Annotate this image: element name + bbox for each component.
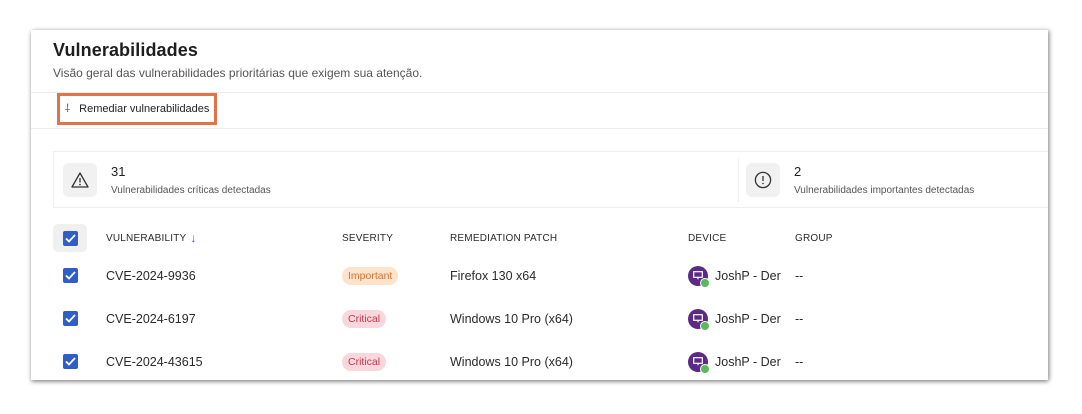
group-value: -- bbox=[795, 311, 804, 326]
table-row[interactable]: CVE-2024-43615 Critical Windows 10 Pro (… bbox=[53, 340, 1043, 380]
monitor-icon bbox=[688, 351, 710, 374]
vulnerability-id[interactable]: CVE-2024-9936 bbox=[106, 254, 196, 297]
remediate-label: Remediar vulnerabilidades bbox=[79, 103, 210, 115]
stat-important-value: 2 bbox=[794, 163, 802, 179]
page-title: Vulnerabilidades bbox=[53, 40, 198, 60]
remediation-patch: Windows 10 Pro (x64) bbox=[450, 311, 573, 326]
column-header-severity[interactable]: SEVERITY bbox=[342, 222, 393, 254]
device-cell[interactable]: JoshP - Der bbox=[688, 297, 781, 340]
device-name: JoshP - Der bbox=[715, 268, 781, 283]
exclamation-circle-icon bbox=[746, 162, 780, 197]
table-row[interactable]: CVE-2024-6197 Critical Windows 10 Pro (x… bbox=[53, 297, 1043, 340]
column-header-device[interactable]: DEVICE bbox=[688, 222, 726, 254]
table-row[interactable]: CVE-2024-9936 Important Firefox 130 x64 … bbox=[53, 254, 1043, 297]
stat-critical: 31 Vulnerabilidades críticas detectadas bbox=[63, 152, 271, 207]
severity-badge: Critical bbox=[342, 309, 387, 328]
group-value: -- bbox=[795, 268, 804, 283]
warning-triangle-icon bbox=[63, 162, 97, 197]
column-header-vulnerability[interactable]: VULNERABILITY ↓ bbox=[106, 222, 197, 254]
table-header: VULNERABILITY ↓ SEVERITY REMEDIATION PAT… bbox=[53, 222, 1043, 254]
panel-header: Vulnerabilidades Visão geral das vulnera… bbox=[53, 40, 422, 80]
column-header-patch[interactable]: REMEDIATION PATCH bbox=[450, 222, 557, 254]
stats-bar: 31 Vulnerabilidades críticas detectadas … bbox=[53, 151, 1048, 208]
group-value: -- bbox=[795, 354, 804, 369]
stat-important: 2 Vulnerabilidades importantes detectada… bbox=[746, 152, 974, 207]
vulnerabilities-table: VULNERABILITY ↓ SEVERITY REMEDIATION PAT… bbox=[53, 222, 1043, 380]
remediate-vulnerabilities-button[interactable]: ⸸ Remediar vulnerabilidades bbox=[57, 93, 217, 125]
remediation-patch: Firefox 130 x64 bbox=[450, 268, 537, 283]
online-status-dot bbox=[700, 363, 710, 374]
check-icon bbox=[64, 357, 76, 366]
device-cell[interactable]: JoshP - Der bbox=[688, 340, 781, 380]
stat-important-label: Vulnerabilidades importantes detectadas bbox=[794, 184, 975, 196]
stats-divider bbox=[738, 159, 739, 202]
column-header-group[interactable]: GROUP bbox=[795, 222, 833, 254]
monitor-icon bbox=[688, 308, 710, 331]
page-subtitle: Visão geral das vulnerabilidades priorit… bbox=[53, 66, 423, 80]
stat-critical-label: Vulnerabilidades críticas detectadas bbox=[111, 184, 271, 196]
online-status-dot bbox=[700, 277, 710, 288]
stat-critical-value: 31 bbox=[111, 163, 126, 179]
sort-down-icon: ↓ bbox=[190, 231, 197, 245]
remediation-patch: Windows 10 Pro (x64) bbox=[450, 354, 573, 369]
row-checkbox[interactable] bbox=[62, 268, 78, 283]
vulnerability-id[interactable]: CVE-2024-43615 bbox=[106, 340, 203, 380]
check-icon bbox=[64, 314, 76, 323]
device-cell[interactable]: JoshP - Der bbox=[688, 254, 781, 297]
severity-badge: Critical bbox=[342, 352, 387, 371]
row-checkbox[interactable] bbox=[62, 311, 78, 326]
online-status-dot bbox=[700, 320, 710, 331]
vulnerabilities-panel: Vulnerabilidades Visão geral das vulnera… bbox=[31, 30, 1048, 380]
select-all-checkbox[interactable] bbox=[62, 230, 78, 246]
row-checkbox[interactable] bbox=[62, 354, 78, 369]
select-all-cell bbox=[53, 222, 87, 254]
monitor-icon bbox=[688, 265, 710, 288]
device-name: JoshP - Der bbox=[715, 354, 781, 369]
check-icon bbox=[64, 271, 76, 280]
device-name: JoshP - Der bbox=[715, 311, 781, 326]
check-icon bbox=[64, 233, 76, 243]
download-arrow-icon: ⸸ bbox=[65, 103, 71, 115]
divider bbox=[31, 128, 1048, 129]
severity-badge: Important bbox=[342, 266, 399, 285]
vulnerability-id[interactable]: CVE-2024-6197 bbox=[106, 297, 196, 340]
